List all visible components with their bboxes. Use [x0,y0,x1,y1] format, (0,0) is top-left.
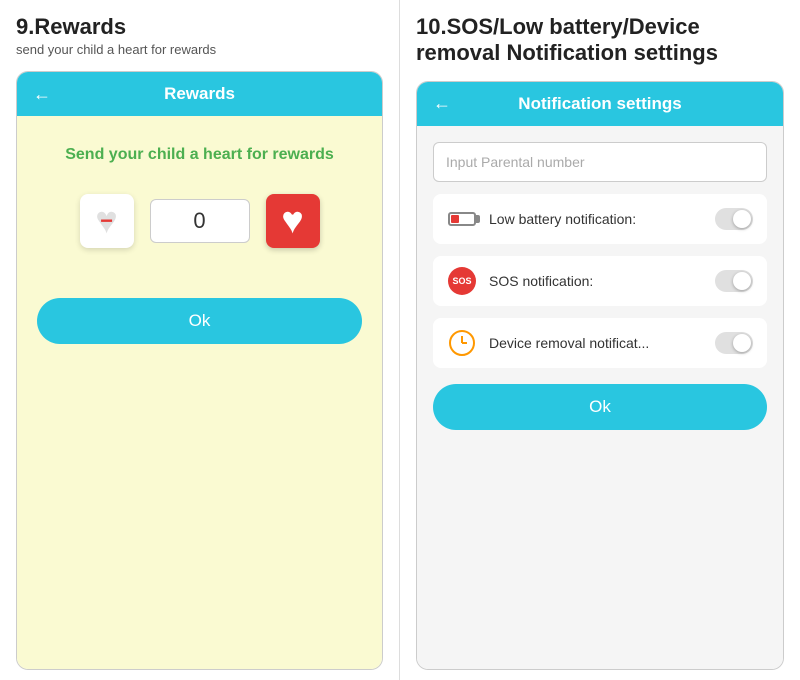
rewards-screen-title: Rewards [63,84,336,104]
rewards-screen-body: Send your child a heart for rewards ♥ − … [17,116,382,669]
minus-icon: − [100,208,113,234]
right-panel: 10.SOS/Low battery/Device removal Notifi… [400,0,800,680]
device-removal-row: Device removal notificat... [433,318,767,368]
parental-number-input[interactable]: Input Parental number [433,142,767,182]
sos-label: SOS notification: [489,273,703,289]
notification-screen-title: Notification settings [463,94,737,114]
decrement-button[interactable]: ♥ − [80,194,134,248]
left-section-title: 9.Rewards [16,14,383,40]
increment-button[interactable]: ♥ + [266,194,320,248]
left-header: 9.Rewards send your child a heart for re… [0,0,399,61]
notification-phone-screen: ← Notification settings Input Parental n… [416,81,784,670]
counter-display: 0 [150,199,250,243]
low-battery-toggle[interactable] [715,208,753,230]
rewards-topbar: ← Rewards [17,72,382,116]
battery-icon [447,204,477,234]
rewards-phone-screen: ← Rewards Send your child a heart for re… [16,71,383,670]
low-battery-label: Low battery notification: [489,211,703,227]
device-removal-label: Device removal notificat... [489,335,703,351]
plus-icon: + [286,208,299,234]
device-removal-toggle[interactable] [715,332,753,354]
left-panel: 9.Rewards send your child a heart for re… [0,0,400,680]
clock-icon [447,328,477,358]
sos-row: SOS SOS notification: [433,256,767,306]
left-section-subtitle: send your child a heart for rewards [16,42,383,57]
sos-icon: SOS [447,266,477,296]
rewards-counter: ♥ − 0 ♥ + [80,194,320,248]
rewards-message: Send your child a heart for rewards [65,146,334,164]
notification-back-button[interactable]: ← [433,93,451,114]
notification-screen-body: Input Parental number Low battery notifi… [417,126,783,669]
rewards-ok-button[interactable]: Ok [37,298,362,344]
notification-ok-button[interactable]: Ok [433,384,767,430]
sos-toggle[interactable] [715,270,753,292]
rewards-back-button[interactable]: ← [33,84,51,105]
notification-topbar: ← Notification settings [417,82,783,126]
right-header: 10.SOS/Low battery/Device removal Notifi… [400,0,800,71]
right-section-title: 10.SOS/Low battery/Device removal Notifi… [416,14,784,67]
low-battery-row: Low battery notification: [433,194,767,244]
